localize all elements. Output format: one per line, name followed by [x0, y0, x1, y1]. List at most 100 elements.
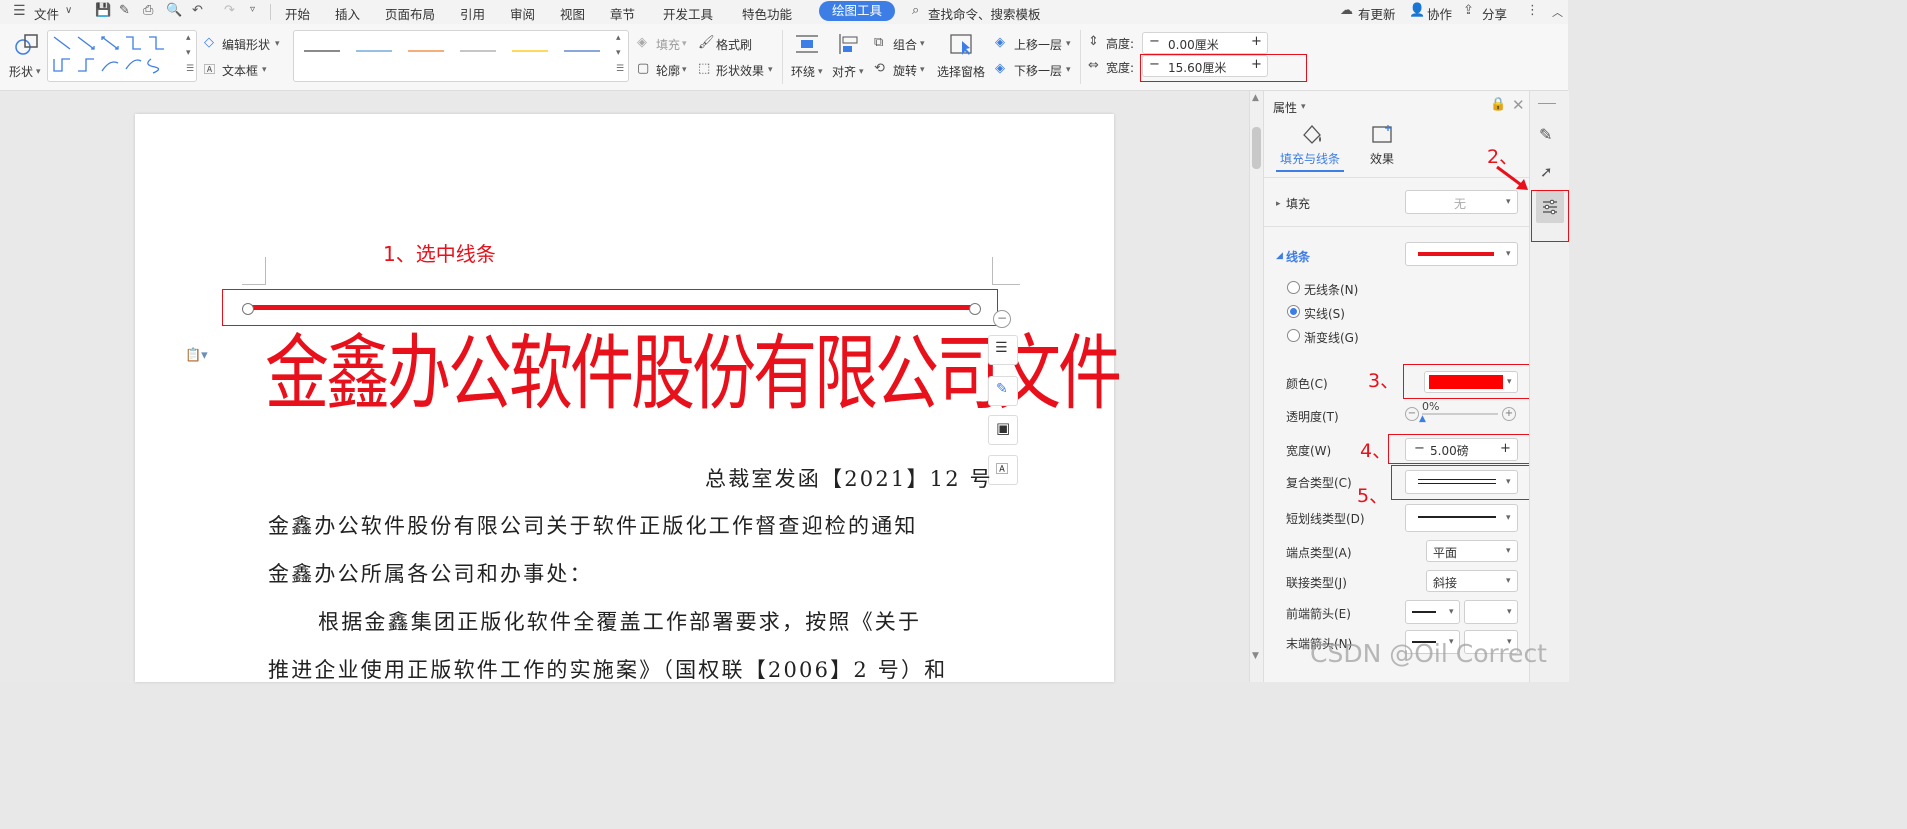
send-backward-icon[interactable]: ◈ [995, 61, 1005, 76]
chevron-down-icon[interactable]: ▾ [920, 65, 925, 75]
format-brush-icon[interactable]: 🖌 [698, 35, 715, 50]
cloud-update-icon[interactable]: ☁ [1340, 3, 1353, 18]
outline-style-button[interactable]: ▣ [988, 415, 1018, 445]
chevron-down-icon[interactable]: ▾ [262, 65, 267, 75]
tab-view[interactable]: 视图 [560, 4, 585, 23]
selection-pane-icon[interactable] [950, 33, 974, 57]
minus-icon[interactable]: − [1149, 34, 1160, 49]
redo-icon[interactable]: ↷ [224, 3, 235, 18]
chevron-down-icon[interactable]: ▾ [1066, 65, 1071, 75]
chevron-down-icon[interactable]: ▾ [1066, 39, 1071, 49]
collaborate-button[interactable]: 协作 [1427, 4, 1452, 23]
bring-forward-button[interactable]: 上移一层 [1014, 36, 1062, 53]
tab-drawing-tools[interactable]: 绘图工具 [819, 1, 896, 21]
tab-section[interactable]: 章节 [610, 4, 635, 23]
collaborate-icon[interactable]: 👤 [1409, 3, 1425, 18]
group-icon[interactable]: ⧉ [874, 35, 883, 50]
solid-line-radio[interactable] [1287, 305, 1300, 318]
more-options-icon[interactable]: ⋮ [1526, 3, 1539, 18]
shape-button[interactable]: 形状 [9, 63, 33, 80]
rotate-button[interactable]: 旋转 [893, 62, 917, 79]
vertical-scrollbar[interactable]: ▲ ▼ [1249, 91, 1264, 682]
fill-button[interactable]: 填充 [656, 36, 680, 53]
wrap-icon[interactable] [795, 33, 819, 55]
chevron-down-icon[interactable]: ▾ [859, 67, 864, 77]
update-button[interactable]: 有更新 [1358, 4, 1396, 23]
fill-section-label[interactable]: 填充 [1286, 195, 1310, 212]
chevron-down-icon[interactable]: ▾ [682, 65, 687, 75]
no-line-radio[interactable] [1287, 281, 1300, 294]
tab-home[interactable]: 开始 [285, 4, 310, 23]
share-icon[interactable]: ⇪ [1463, 3, 1474, 18]
group-button[interactable]: 组合 [893, 36, 917, 53]
edit-shape-icon[interactable]: ◇ [204, 35, 214, 50]
edit-shape-button[interactable]: 编辑形状 [222, 36, 270, 53]
chevron-down-icon[interactable]: ▾ [36, 67, 41, 77]
save-icon[interactable]: 💾 [95, 3, 111, 18]
selection-pane-button[interactable]: 选择窗格 [937, 63, 985, 80]
gallery-up-icon[interactable]: ▴ [616, 33, 621, 43]
gradient-line-label[interactable]: 渐变线(G) [1304, 329, 1359, 346]
panel-title[interactable]: 属性 [1273, 99, 1297, 116]
fill-icon[interactable]: ◈ [637, 35, 647, 50]
solid-line-label[interactable]: 实线(S) [1304, 305, 1345, 322]
outline-button[interactable]: 轮廓 [656, 62, 680, 79]
cap-type-select[interactable]: 平面 ▾ [1426, 540, 1518, 562]
shape-icon[interactable] [14, 32, 40, 58]
begin-arrow-size-select[interactable]: ▾ [1464, 600, 1518, 624]
tab-effect[interactable]: 效果 [1370, 150, 1394, 167]
dash-type-select[interactable]: ▾ [1405, 504, 1518, 532]
collapse-ribbon-icon[interactable]: ︿ [1552, 4, 1563, 20]
chevron-down-icon[interactable]: ▾ [1301, 102, 1306, 112]
align-icon[interactable] [838, 33, 862, 55]
height-stepper[interactable]: − 0.00厘米 + [1142, 32, 1268, 54]
brush-button[interactable]: ✎ [988, 376, 1018, 406]
line-style-select[interactable]: ▾ [1405, 242, 1518, 266]
line-style-gallery[interactable]: ▴ ▾ ☰ [293, 30, 629, 82]
pen-icon[interactable]: ✎ [1539, 125, 1552, 144]
plus-icon[interactable]: + [1251, 34, 1262, 49]
search-icon[interactable]: ⌕ [912, 3, 919, 18]
gradient-line-radio[interactable] [1287, 329, 1300, 342]
gallery-expand-icon[interactable]: ☰ [186, 64, 194, 74]
begin-arrow-type-select[interactable]: ▾ [1405, 600, 1460, 624]
outline-icon[interactable]: ▢ [637, 61, 649, 76]
scroll-up-icon[interactable]: ▲ [1252, 93, 1259, 103]
slider-handle-icon[interactable]: ▲ [1419, 414, 1426, 424]
tab-developer[interactable]: 开发工具 [663, 4, 713, 23]
chevron-down-icon[interactable]: ▾ [920, 39, 925, 49]
scrollbar-thumb[interactable] [1252, 127, 1261, 169]
wrap-button[interactable]: 环绕 [791, 63, 815, 80]
minus-icon[interactable]: − [1405, 407, 1419, 421]
tab-fill-line[interactable]: 填充与线条 [1280, 150, 1340, 167]
line-section-label[interactable]: 线条 [1286, 248, 1310, 265]
more-icon[interactable]: ▿ [250, 4, 255, 15]
hamburger-icon[interactable]: ☰ [13, 3, 26, 19]
gallery-up-icon[interactable]: ▴ [186, 33, 191, 43]
scroll-down-icon[interactable]: ▼ [1252, 651, 1259, 661]
shape-gallery[interactable]: ▴ ▾ ☰ [47, 30, 197, 82]
tab-page-layout[interactable]: 页面布局 [385, 4, 435, 23]
layout-options-button[interactable]: ☰ [988, 335, 1018, 365]
undo-icon[interactable]: ↶ [192, 3, 203, 18]
rotate-icon[interactable]: ⟲ [874, 61, 885, 76]
align-button[interactable]: 对齐 [832, 63, 856, 80]
shape-effects-icon[interactable]: ⬚ [698, 61, 710, 76]
shape-effects-button[interactable]: 形状效果 [716, 62, 764, 79]
chevron-down-icon[interactable]: ▾ [682, 39, 687, 49]
gallery-down-icon[interactable]: ▾ [616, 48, 621, 58]
chevron-down-icon[interactable]: ▾ [768, 65, 773, 75]
chevron-down-icon[interactable]: ∨ [65, 5, 72, 16]
file-menu[interactable]: 文件 [34, 4, 59, 23]
transparency-slider[interactable] [1422, 413, 1498, 415]
tab-insert[interactable]: 插入 [335, 4, 360, 23]
chevron-down-icon[interactable]: ▾ [818, 67, 823, 77]
send-backward-button[interactable]: 下移一层 [1014, 62, 1062, 79]
format-painter-icon[interactable]: ✎ [119, 3, 130, 18]
expand-icon[interactable]: ▸ [1276, 199, 1281, 209]
print-icon[interactable]: ⎙ [143, 3, 153, 18]
chevron-down-icon[interactable]: ▾ [275, 39, 280, 49]
bring-forward-icon[interactable]: ◈ [995, 35, 1005, 50]
tab-review[interactable]: 审阅 [510, 4, 535, 23]
join-type-select[interactable]: 斜接 ▾ [1426, 570, 1518, 592]
